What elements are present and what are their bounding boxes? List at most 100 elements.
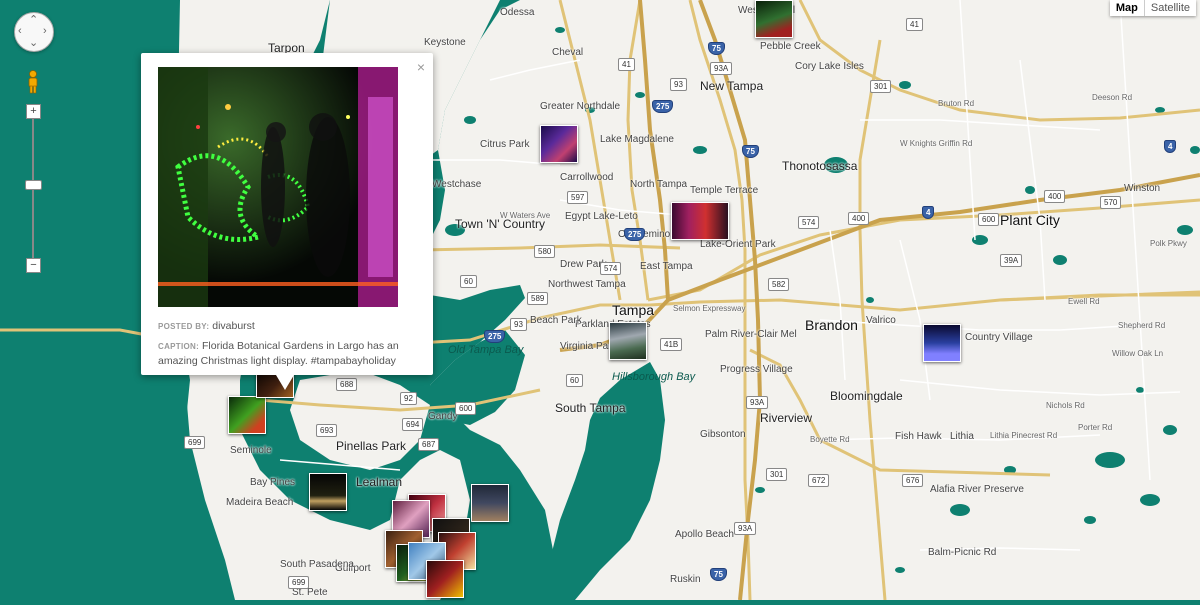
label-country-village: Country Village: [965, 332, 1033, 343]
shield-41b: 41B: [660, 338, 683, 351]
label-ruskin: Ruskin: [670, 574, 701, 585]
label-progress-village: Progress Village: [720, 364, 793, 375]
label-bloomingdale: Bloomingdale: [830, 389, 903, 403]
label-knights-griffin: W Knights Griffin Rd: [900, 139, 973, 148]
shield-582: 582: [768, 278, 790, 291]
label-ewell: Ewell Rd: [1068, 297, 1100, 306]
shield-60: 60: [460, 275, 477, 288]
zoom-slider-handle[interactable]: [25, 180, 42, 190]
label-waters-ave: W Waters Ave: [500, 211, 551, 220]
shield-i275-south: 275: [624, 228, 646, 241]
label-apollo-beach: Apollo Beach: [675, 529, 734, 540]
pan-right-icon[interactable]: ›: [43, 26, 47, 37]
info-window-pointer: [276, 375, 294, 390]
label-seminole: Seminole: [230, 445, 272, 456]
label-shepherd: Shepherd Rd: [1118, 321, 1166, 330]
shield-570: 570: [1100, 196, 1122, 209]
label-pebble-creek: Pebble Creek: [760, 41, 821, 52]
label-palm-river: Palm River-Clair Mel: [705, 329, 797, 340]
label-fish-hawk: Fish Hawk: [895, 431, 942, 442]
shield-93a-s2: 93A: [734, 522, 757, 535]
label-new-tampa: New Tampa: [700, 79, 764, 93]
shield-574: 574: [600, 262, 622, 275]
posted-by-value: divaburst: [212, 320, 255, 332]
label-greater-northdale: Greater Northdale: [540, 101, 621, 112]
shield-93a: 93A: [710, 62, 733, 75]
shield-589: 589: [527, 292, 549, 305]
label-willow-oak: Willow Oak Ln: [1112, 349, 1164, 358]
shield-93: 93: [670, 78, 687, 91]
shield-92: 92: [400, 392, 417, 405]
pan-left-icon[interactable]: ‹: [18, 26, 22, 37]
photo-marker[interactable]: [471, 484, 509, 522]
shield-699: 699: [184, 436, 206, 449]
shield-301b: 301: [766, 468, 788, 481]
photo-marker[interactable]: [228, 396, 266, 434]
photo-marker[interactable]: [923, 324, 961, 362]
label-plant-city: Plant City: [1000, 212, 1060, 228]
shield-93a-south: 93A: [746, 396, 769, 409]
shield-39a: 39A: [1000, 254, 1023, 267]
label-brandon: Brandon: [805, 317, 858, 333]
label-winston: Winston: [1124, 183, 1161, 194]
close-icon[interactable]: ×: [417, 59, 425, 75]
label-carrollwood: Carrollwood: [560, 172, 614, 183]
shield-699b: 699: [288, 576, 310, 589]
label-tampa: Tampa: [612, 302, 655, 318]
label-pinellas-park: Pinellas Park: [336, 439, 407, 453]
label-northwest-tampa: Northwest Tampa: [548, 279, 626, 290]
pan-down-icon[interactable]: ⌄: [29, 38, 38, 49]
shield-687: 687: [418, 438, 440, 451]
zoom-in-button[interactable]: +: [26, 104, 41, 119]
label-thonotosassa: Thonotosassa: [782, 159, 858, 173]
label-st-pete: St. Pete: [292, 587, 328, 598]
label-citrus-park: Citrus Park: [480, 139, 530, 150]
photo-marker[interactable]: [309, 473, 347, 511]
shield-580: 580: [534, 245, 556, 258]
label-lealman: Lealman: [356, 475, 403, 489]
pegman-icon[interactable]: [26, 70, 40, 94]
label-balm-picnic: Balm-Picnic Rd: [928, 547, 997, 558]
shield-i275-bay: 275: [484, 330, 506, 343]
label-north-tampa: North Tampa: [630, 179, 688, 190]
shield-672: 672: [808, 474, 830, 487]
label-lithia-pinecrest: Lithia Pinecrest Rd: [990, 431, 1058, 440]
shield-597: 597: [567, 191, 589, 204]
label-temple-terrace: Temple Terrace: [690, 185, 759, 196]
posted-by-key: POSTED BY:: [158, 322, 210, 331]
label-riverview: Riverview: [760, 411, 813, 425]
shield-301: 301: [870, 80, 892, 93]
photo-marker[interactable]: [671, 202, 729, 240]
label-cheval: Cheval: [552, 47, 584, 58]
photo-marker[interactable]: [540, 125, 578, 163]
label-westchase: Westchase: [432, 179, 482, 190]
map-type-map-button[interactable]: Map: [1110, 0, 1145, 16]
pan-up-icon[interactable]: ⌃: [29, 15, 38, 26]
label-gandy: Gandy: [428, 411, 458, 422]
photo-marker[interactable]: [609, 322, 647, 360]
photo-marker[interactable]: [755, 0, 793, 38]
shield-93-bay: 93: [510, 318, 527, 331]
info-window-photo: [158, 67, 398, 307]
label-east-tampa: East Tampa: [640, 261, 693, 272]
label-deeson: Deeson Rd: [1092, 93, 1133, 102]
shield-600b: 600: [455, 402, 477, 415]
label-lake-magdalene: Lake Magdalene: [600, 134, 674, 145]
map-type-satellite-button[interactable]: Satellite: [1145, 0, 1196, 16]
label-south-pasadena: South Pasadena: [280, 559, 354, 570]
shield-600: 600: [978, 213, 1000, 226]
label-south-tampa: South Tampa: [555, 401, 626, 415]
label-lake-orient-park: Lake-Orient Park: [700, 239, 776, 250]
label-polk-pkwy: Polk Pkwy: [1150, 239, 1187, 248]
zoom-out-button[interactable]: −: [26, 258, 41, 273]
shield-60b: 60: [566, 374, 583, 387]
photo-marker[interactable]: [426, 560, 464, 598]
pan-control[interactable]: ⌃ ⌄ ‹ ›: [14, 12, 54, 52]
label-valrico: Valrico: [866, 315, 896, 326]
label-egypt-lake-leto: Egypt Lake-Leto: [565, 211, 638, 222]
label-lithia: Lithia: [950, 431, 974, 442]
shield-i275: 275: [652, 100, 674, 113]
label-boyette: Boyette Rd: [810, 435, 850, 444]
shield-41-north: 41: [906, 18, 923, 31]
label-odessa: Odessa: [500, 7, 535, 18]
